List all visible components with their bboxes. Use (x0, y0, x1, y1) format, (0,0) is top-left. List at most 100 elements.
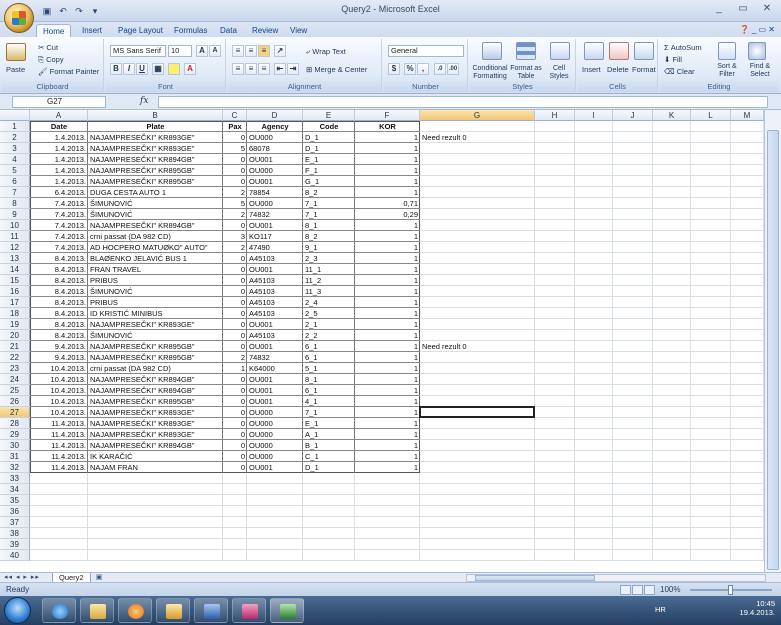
tab-insert[interactable]: Insert (76, 24, 108, 37)
row-header[interactable]: 29 (0, 429, 30, 440)
copy-button[interactable]: ⎘ Copy (38, 55, 64, 65)
row-header[interactable]: 15 (0, 275, 30, 286)
delete-button[interactable]: Delete (607, 65, 629, 74)
select-all-corner[interactable] (0, 110, 30, 121)
row-header[interactable]: 34 (0, 484, 30, 495)
cell-note[interactable]: Need rezult 0 (420, 132, 535, 143)
taskbar-ie[interactable] (42, 598, 76, 623)
row-header[interactable]: 36 (0, 506, 30, 517)
sort-filter-button[interactable]: Sort & Filter (710, 63, 744, 79)
column-header[interactable]: F (355, 110, 420, 121)
grow-font-icon[interactable]: A (196, 45, 208, 57)
row-header[interactable]: 40 (0, 550, 30, 561)
align-middle-icon[interactable]: ≡ (245, 45, 257, 57)
shrink-font-icon[interactable]: A (209, 45, 221, 57)
row-header[interactable]: 33 (0, 473, 30, 484)
taskbar-media[interactable] (118, 598, 152, 623)
fill-color-icon[interactable] (168, 63, 180, 75)
horizontal-scroll-thumb[interactable] (475, 575, 595, 581)
active-cell[interactable] (419, 406, 535, 418)
cell-styles-icon[interactable] (550, 42, 570, 60)
row-header[interactable]: 17 (0, 297, 30, 308)
close-button[interactable]: ✕ (757, 2, 777, 16)
insert-function-button[interactable]: fx (140, 96, 148, 106)
row-header[interactable]: 39 (0, 539, 30, 550)
font-name-select[interactable]: MS Sans Serif (110, 45, 166, 57)
currency-icon[interactable]: $ (388, 63, 400, 75)
row-header[interactable]: 32 (0, 462, 30, 473)
row-header[interactable]: 11 (0, 231, 30, 242)
row-header[interactable]: 37 (0, 517, 30, 528)
column-header[interactable]: J (613, 110, 653, 121)
cell-date[interactable]: 11.4.2013. (30, 462, 88, 473)
row-header[interactable]: 23 (0, 363, 30, 374)
row-header[interactable]: 3 (0, 143, 30, 154)
borders-icon[interactable]: ▦ (152, 63, 164, 75)
column-header[interactable]: K (653, 110, 691, 121)
tab-formulas[interactable]: Formulas (168, 24, 213, 37)
minimize-button[interactable]: _ (709, 2, 729, 16)
comma-button[interactable]: , (417, 63, 429, 75)
number-format-select[interactable]: General (388, 45, 464, 57)
insert-button[interactable]: Insert (582, 65, 601, 74)
font-color-icon[interactable]: A (184, 63, 196, 75)
column-header[interactable]: A (30, 110, 88, 121)
format-table-icon[interactable] (516, 42, 536, 60)
cell-styles-button[interactable]: Cell Styles (544, 65, 574, 81)
row-header[interactable]: 1 (0, 121, 30, 132)
format-cells-icon[interactable] (634, 42, 654, 60)
column-header[interactable]: L (691, 110, 731, 121)
row-header[interactable]: 25 (0, 385, 30, 396)
orientation-icon[interactable]: ↗ (274, 45, 286, 57)
zoom-level[interactable]: 100% (660, 585, 680, 594)
tab-home[interactable]: Home (36, 24, 72, 37)
row-header[interactable]: 13 (0, 253, 30, 264)
cell-note[interactable]: Need rezult 0 (420, 341, 535, 352)
column-header[interactable]: I (575, 110, 613, 121)
column-header[interactable]: C (223, 110, 247, 121)
cell-plate[interactable]: NAJAM FRAN (88, 462, 223, 473)
wrap-text-button[interactable]: ⤶ Wrap Text (306, 47, 346, 57)
format-painter-button[interactable]: 🖌 Format Painter (38, 67, 99, 76)
row-header[interactable]: 16 (0, 286, 30, 297)
normal-view-icon[interactable] (620, 585, 631, 595)
fill-button[interactable]: ⬇ Fill (664, 55, 682, 64)
italic-button[interactable]: I (123, 63, 135, 75)
row-header[interactable]: 5 (0, 165, 30, 176)
decrease-indent-icon[interactable]: ⇤ (274, 63, 286, 75)
row-header[interactable]: 10 (0, 220, 30, 231)
conditional-formatting-button[interactable]: Conditional Formatting (472, 65, 508, 81)
sort-filter-icon[interactable] (718, 42, 736, 60)
name-box[interactable]: G27 (12, 96, 106, 108)
page-layout-view-icon[interactable] (632, 585, 643, 595)
row-header[interactable]: 24 (0, 374, 30, 385)
align-left-icon[interactable]: ≡ (232, 63, 244, 75)
horizontal-scrollbar[interactable] (466, 574, 766, 582)
column-header[interactable]: E (303, 110, 355, 121)
row-header[interactable]: 9 (0, 209, 30, 220)
clock-date[interactable]: 19.4.2013. (740, 608, 775, 617)
decrease-decimal-icon[interactable]: .00 (447, 63, 459, 75)
cell-kor[interactable]: 1 (355, 462, 420, 473)
tab-page-layout[interactable]: Page Layout (112, 24, 169, 37)
row-header[interactable]: 19 (0, 319, 30, 330)
zoom-slider[interactable] (690, 585, 772, 595)
taskbar-excel[interactable] (270, 598, 304, 623)
taskbar-explorer[interactable] (80, 598, 114, 623)
align-right-icon[interactable]: ≡ (258, 63, 270, 75)
row-header[interactable]: 38 (0, 528, 30, 539)
find-select-icon[interactable] (748, 42, 766, 60)
find-select-button[interactable]: Find & Select (744, 63, 776, 79)
format-button[interactable]: Format (632, 65, 656, 74)
start-button[interactable] (4, 597, 31, 624)
vertical-scroll-thumb[interactable] (767, 130, 779, 570)
formula-input[interactable] (158, 96, 768, 108)
row-header[interactable]: 14 (0, 264, 30, 275)
row-header[interactable]: 27 (0, 407, 30, 418)
align-bottom-icon[interactable]: ≡ (258, 45, 270, 57)
clock-time[interactable]: 10:45 (740, 599, 775, 608)
help-icon[interactable]: ❓ _ ▭ ✕ (740, 25, 775, 34)
row-header[interactable]: 6 (0, 176, 30, 187)
increase-decimal-icon[interactable]: .0 (434, 63, 446, 75)
cell-code[interactable]: D_1 (303, 462, 355, 473)
